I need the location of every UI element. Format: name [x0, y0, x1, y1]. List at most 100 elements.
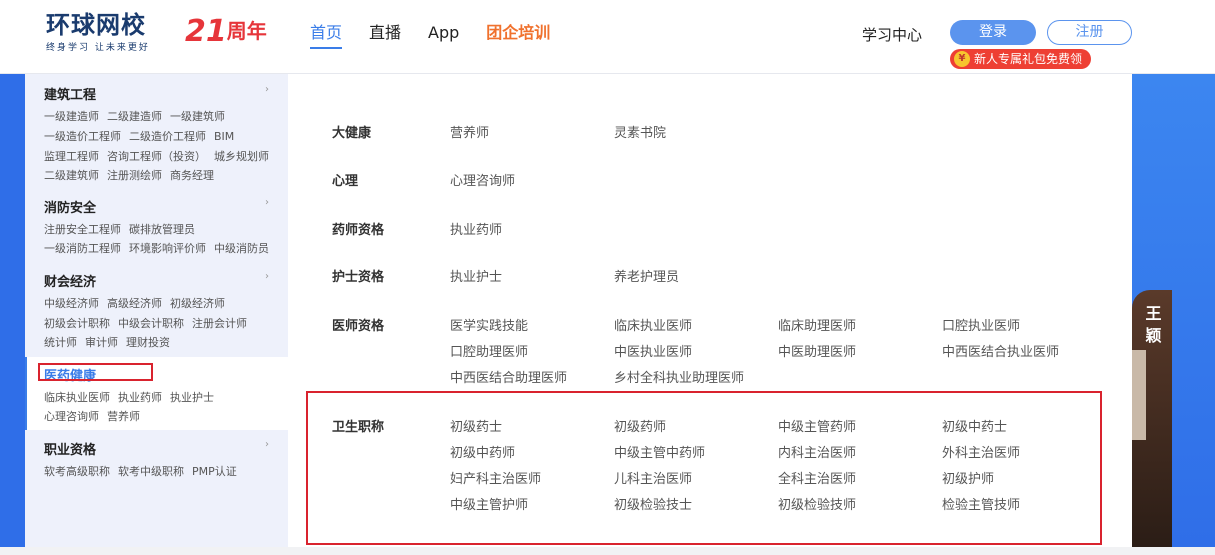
- category-title[interactable]: 职业资格: [44, 439, 96, 458]
- category-links-row: 注册安全工程师 碳排放管理员: [44, 221, 203, 237]
- login-button[interactable]: 登录: [950, 20, 1036, 45]
- sidebar-link[interactable]: 理财投资: [126, 336, 170, 349]
- sidebar-link[interactable]: 执业药师: [118, 391, 162, 404]
- course-link[interactable]: 乡村全科执业助理医师: [614, 367, 744, 386]
- sidebar-link[interactable]: 软考高级职称: [44, 465, 110, 478]
- category-title[interactable]: 消防安全: [44, 197, 96, 216]
- section-label: 护士资格: [332, 270, 385, 285]
- sidebar-link[interactable]: 一级建筑师: [170, 110, 225, 123]
- sidebar-link[interactable]: 一级消防工程师: [44, 242, 121, 255]
- sidebar-link[interactable]: 营养师: [107, 410, 140, 423]
- category-links-row: 一级造价工程师 二级造价工程师 BIM: [44, 128, 242, 144]
- site-logo[interactable]: 环球网校 终身学习 让未来更好: [46, 12, 166, 54]
- sidebar-category-construction[interactable]: 建筑工程 › 一级建造师 二级建造师 一级建筑师 一级造价工程师 二级造价工程师 BIM…: [25, 74, 288, 192]
- anniversary-text: 周年: [226, 19, 267, 43]
- sidebar-link[interactable]: 注册安全工程师: [44, 223, 121, 236]
- course-link[interactable]: 临床执业医师: [614, 315, 692, 334]
- chevron-right-icon: ›: [265, 271, 269, 282]
- sidebar-link[interactable]: 审计师: [85, 336, 118, 349]
- banner-left-edge: [0, 74, 25, 547]
- study-center-link[interactable]: 学习中心: [862, 24, 922, 45]
- new-user-gift-button[interactable]: ¥ 新人专属礼包免费领: [950, 49, 1092, 69]
- course-link[interactable]: 执业护士: [450, 266, 502, 285]
- course-link[interactable]: 养老护理员: [614, 266, 679, 285]
- sidebar-link[interactable]: 碳排放管理员: [129, 223, 195, 236]
- gift-label: 新人专属礼包免费领: [974, 52, 1083, 66]
- section-label: 医师资格: [332, 319, 385, 334]
- sidebar-link[interactable]: 城乡规划师: [214, 150, 269, 163]
- chevron-right-icon: ›: [265, 84, 269, 95]
- banner-person-shirt: [1132, 350, 1146, 440]
- sidebar-link[interactable]: 注册测绘师: [107, 169, 162, 182]
- course-link[interactable]: 口腔助理医师: [450, 341, 528, 360]
- category-links-row: 一级消防工程师 环境影响评价师 中级消防员: [44, 240, 277, 256]
- sidebar-link[interactable]: 初级经济师: [170, 297, 225, 310]
- sidebar-link[interactable]: 二级建筑师: [44, 169, 99, 182]
- sidebar-link[interactable]: 商务经理: [170, 169, 214, 182]
- main-nav: 首页 直播 App 团企培训: [310, 22, 550, 49]
- top-header: 环球网校 终身学习 让未来更好 21周年 首页 直播 App 团企培训 学习中心…: [0, 0, 1215, 74]
- logo-slogan: 终身学习 让未来更好: [46, 43, 150, 53]
- course-link[interactable]: 口腔执业医师: [942, 315, 1020, 334]
- section-label: 大健康: [332, 126, 372, 141]
- sidebar-link[interactable]: 一级建造师: [44, 110, 99, 123]
- sidebar-link[interactable]: 中级消防员: [214, 242, 269, 255]
- anniversary-badge: 21周年: [185, 16, 267, 47]
- category-links-row: 一级建造师 二级建造师 一级建筑师: [44, 108, 233, 124]
- nav-app[interactable]: App: [428, 22, 459, 49]
- sidebar-link[interactable]: 统计师: [44, 336, 77, 349]
- health-title-highlight: [306, 391, 1102, 545]
- course-link[interactable]: 中西医结合执业医师: [942, 341, 1059, 360]
- course-link[interactable]: 临床助理医师: [778, 315, 856, 334]
- category-title[interactable]: 财会经济: [44, 271, 96, 290]
- sidebar-link[interactable]: 注册会计师: [192, 317, 247, 330]
- sidebar-link[interactable]: 二级造价工程师: [129, 130, 206, 143]
- sidebar-link[interactable]: 高级经济师: [107, 297, 162, 310]
- sidebar-link[interactable]: 监理工程师: [44, 150, 99, 163]
- nav-enterprise-training[interactable]: 团企培训: [486, 22, 550, 49]
- category-sidebar: 建筑工程 › 一级建造师 二级建造师 一级建筑师 一级造价工程师 二级造价工程师 BIM…: [25, 74, 288, 547]
- course-link[interactable]: 医学实践技能: [450, 315, 528, 334]
- category-links-row: 软考高级职称 软考中级职称 PMP认证: [44, 463, 245, 479]
- register-button[interactable]: 注册: [1047, 20, 1132, 45]
- chevron-right-icon: ›: [265, 439, 269, 450]
- sidebar-link[interactable]: 一级造价工程师: [44, 130, 121, 143]
- sidebar-category-professional-qualification[interactable]: 职业资格 › 软考高级职称 软考中级职称 PMP认证: [25, 430, 288, 490]
- course-link[interactable]: 灵素书院: [614, 122, 666, 141]
- sidebar-link[interactable]: BIM: [214, 130, 234, 143]
- category-links-row: 临床执业医师 执业药师 执业护士: [44, 389, 222, 405]
- course-link[interactable]: 中医助理医师: [778, 341, 856, 360]
- course-link[interactable]: 心理咨询师: [450, 170, 515, 189]
- category-links-row: 中级经济师 高级经济师 初级经济师: [44, 295, 233, 311]
- logo-main-text: 环球网校: [46, 11, 146, 39]
- sidebar-link[interactable]: 中级经济师: [44, 297, 99, 310]
- sidebar-link[interactable]: 初级会计职称: [44, 317, 110, 330]
- sidebar-link[interactable]: 中级会计职称: [118, 317, 184, 330]
- sidebar-category-finance[interactable]: 财会经济 › 中级经济师 高级经济师 初级经济师 初级会计职称 中级会计职称 注册会计师…: [25, 265, 288, 357]
- sidebar-link[interactable]: 二级建造师: [107, 110, 162, 123]
- sidebar-link[interactable]: 执业护士: [170, 391, 214, 404]
- sidebar-link[interactable]: 软考中级职称: [118, 465, 184, 478]
- section-label: 药师资格: [332, 223, 385, 238]
- course-link[interactable]: 中医执业医师: [614, 341, 692, 360]
- sidebar-link[interactable]: PMP认证: [192, 465, 237, 478]
- category-links-row: 监理工程师 咨询工程师（投资） 城乡规划师: [44, 148, 277, 164]
- sidebar-link[interactable]: 临床执业医师: [44, 391, 110, 404]
- nav-live[interactable]: 直播: [369, 22, 401, 49]
- course-link[interactable]: 执业药师: [450, 219, 502, 238]
- category-links-row: 初级会计职称 中级会计职称 注册会计师: [44, 315, 255, 331]
- sidebar-link[interactable]: 环境影响评价师: [129, 242, 206, 255]
- section-label: 心理: [332, 174, 359, 189]
- sidebar-category-fire-safety[interactable]: 消防安全 › 注册安全工程师 碳排放管理员 一级消防工程师 环境影响评价师 中级消防员: [25, 192, 288, 265]
- course-link[interactable]: 中西医结合助理医师: [450, 367, 567, 386]
- chevron-right-icon: ›: [265, 197, 269, 208]
- sidebar-link[interactable]: 咨询工程师（投资）: [107, 150, 206, 163]
- sidebar-link[interactable]: 心理咨询师: [44, 410, 99, 423]
- anniversary-number: 21: [185, 14, 227, 49]
- category-links-row: 统计师 审计师 理财投资: [44, 334, 178, 350]
- course-link[interactable]: 营养师: [450, 122, 489, 141]
- nav-home[interactable]: 首页: [310, 22, 343, 49]
- coin-icon: ¥: [954, 51, 970, 67]
- banner-name-tag: 王颖: [1145, 304, 1162, 345]
- category-title[interactable]: 建筑工程: [44, 84, 96, 103]
